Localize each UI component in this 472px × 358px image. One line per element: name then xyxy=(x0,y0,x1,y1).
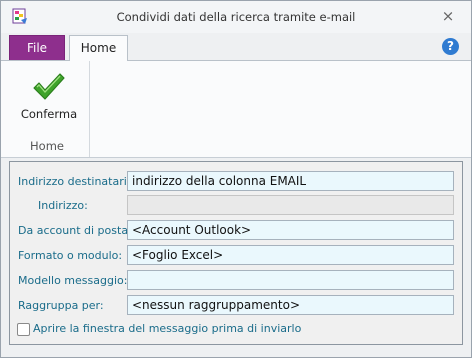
address-label: Indirizzo: xyxy=(38,199,88,212)
open-message-checkbox[interactable] xyxy=(17,323,30,336)
tab-home[interactable]: Home xyxy=(69,35,128,61)
row-mail-account: Da account di posta: <Account Outlook> xyxy=(10,220,464,242)
help-icon: ? xyxy=(447,39,454,53)
mail-account-label: Da account di posta: xyxy=(18,224,132,237)
row-address: Indirizzo: xyxy=(10,195,464,217)
help-button[interactable]: ? xyxy=(442,38,459,55)
message-template-label: Modello messaggio: xyxy=(18,274,128,287)
ribbon-panel: Conferma Home xyxy=(1,61,471,158)
recipient-address-label: Indirizzo destinatario: xyxy=(18,175,138,188)
group-by-field[interactable]: <nessun raggruppamento> xyxy=(127,295,454,315)
title-bar: Condividi dati della ricerca tramite e-m… xyxy=(1,1,471,33)
ribbon-tab-bar: File Home ? xyxy=(1,33,471,61)
checkmark-icon xyxy=(33,73,65,100)
open-message-checkbox-label: Aprire la finestra del messaggio prima d… xyxy=(33,322,302,335)
group-by-label: Raggruppa per: xyxy=(18,299,104,312)
row-group-by: Raggruppa per: <nessun raggruppamento> xyxy=(10,295,464,317)
confirm-button[interactable]: Conferma xyxy=(15,65,83,127)
close-icon: ⨯ xyxy=(441,7,455,25)
format-label: Formato o modulo: xyxy=(18,249,123,262)
close-button[interactable]: ⨯ xyxy=(439,7,457,25)
format-field[interactable]: <Foglio Excel> xyxy=(127,245,454,265)
mail-account-field[interactable]: <Account Outlook> xyxy=(127,220,454,240)
row-format: Formato o modulo: <Foglio Excel> xyxy=(10,245,464,267)
row-recipient-address: Indirizzo destinatario: indirizzo della … xyxy=(10,171,464,193)
dialog-window: Condividi dati della ricerca tramite e-m… xyxy=(0,0,472,358)
address-field[interactable] xyxy=(127,195,454,215)
confirm-button-label: Conferma xyxy=(20,107,78,121)
recipient-address-field[interactable]: indirizzo della colonna EMAIL xyxy=(127,171,454,191)
form-panel: Indirizzo destinatario: indirizzo della … xyxy=(9,161,463,345)
message-template-field[interactable] xyxy=(127,270,454,290)
tab-file[interactable]: File xyxy=(9,35,65,60)
window-title: Condividi dati della ricerca tramite e-m… xyxy=(116,10,356,24)
row-message-template: Modello messaggio: xyxy=(10,270,464,292)
ribbon-group-home: Conferma Home xyxy=(5,61,90,157)
ribbon-group-label: Home xyxy=(30,139,64,153)
